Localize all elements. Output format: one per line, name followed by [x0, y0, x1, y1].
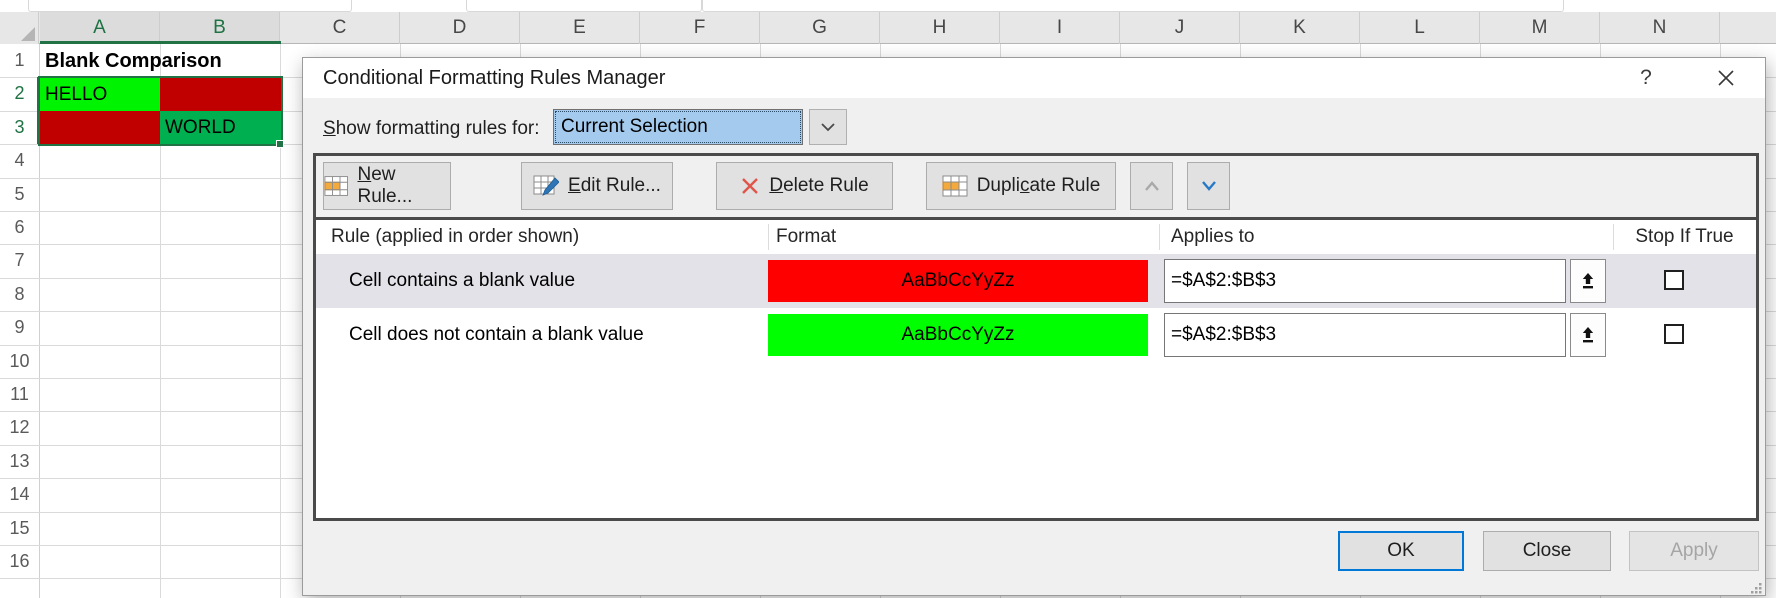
show-rules-for-combobox[interactable]: Current Selection: [553, 109, 803, 145]
row-header-5[interactable]: 5: [0, 178, 39, 211]
selected-columns-underline: [40, 41, 281, 44]
dialog-title-bar[interactable]: Conditional Formatting Rules Manager ?: [303, 58, 1765, 98]
row-header-6[interactable]: 6: [0, 211, 39, 244]
row-header-11[interactable]: 11: [0, 378, 39, 411]
applies-to-input[interactable]: [1164, 313, 1566, 357]
rule-name: Cell does not contain a blank value: [349, 308, 644, 362]
select-all-triangle: [21, 27, 35, 41]
edit-rule-button[interactable]: Edit Rule...: [521, 162, 673, 210]
row-header-15[interactable]: 15: [0, 512, 39, 545]
move-rule-down-button[interactable]: [1187, 162, 1230, 210]
rule-row[interactable]: Cell contains a blank value AaBbCcYyZz: [316, 254, 1756, 308]
new-rule-button[interactable]: New Rule...: [323, 162, 451, 210]
help-icon[interactable]: ?: [1625, 58, 1667, 98]
apply-button[interactable]: Apply: [1629, 531, 1759, 571]
combobox-dropdown-button[interactable]: [809, 109, 847, 145]
column-header-E[interactable]: E: [520, 12, 640, 44]
rule-name: Cell contains a blank value: [349, 254, 575, 308]
selection-fill-handle[interactable]: [276, 140, 284, 148]
edit-rule-label: Edit Rule...: [568, 175, 661, 197]
row-header-3[interactable]: 3: [0, 111, 39, 144]
cell-A1[interactable]: Blank Comparison: [40, 45, 300, 77]
close-icon[interactable]: [1703, 58, 1749, 98]
row-header-14[interactable]: 14: [0, 478, 39, 511]
new-rule-label: New Rule...: [357, 164, 450, 208]
edit-rule-pencil-icon: [533, 175, 559, 197]
column-header-D[interactable]: D: [400, 12, 520, 44]
delete-rule-button[interactable]: Delete Rule: [716, 162, 893, 210]
duplicate-rule-label: Duplicate Rule: [977, 175, 1101, 197]
row-header-1[interactable]: 1: [0, 44, 39, 77]
row-header-7[interactable]: 7: [0, 244, 39, 277]
format-preview: AaBbCcYyZz: [768, 314, 1148, 356]
duplicate-rule-button[interactable]: Duplicate Rule: [926, 162, 1116, 210]
row-header-4[interactable]: 4: [0, 144, 39, 177]
column-header-applies-to: Applies to: [1171, 220, 1254, 254]
delete-x-icon: [740, 176, 760, 196]
formula-bar-fx-bottom-edge: [466, 0, 702, 12]
column-header-C[interactable]: C: [280, 12, 400, 44]
column-header-F[interactable]: F: [640, 12, 760, 44]
column-header-J[interactable]: J: [1120, 12, 1240, 44]
rules-list: Rule (applied in order shown) Format App…: [316, 217, 1756, 518]
dialog-resize-grip[interactable]: [1749, 579, 1763, 593]
dialog-title: Conditional Formatting Rules Manager: [323, 58, 665, 98]
stop-if-true-checkbox[interactable]: [1664, 270, 1684, 290]
chevron-down-icon: [819, 121, 837, 133]
close-button[interactable]: Close: [1483, 531, 1611, 571]
chevron-down-icon: [1199, 179, 1219, 193]
column-header-B[interactable]: B: [160, 12, 280, 44]
range-picker-button[interactable]: [1570, 259, 1606, 303]
row-header-2[interactable]: 2: [0, 77, 39, 110]
ok-button[interactable]: OK: [1338, 531, 1464, 571]
row-header-12[interactable]: 12: [0, 411, 39, 444]
column-header-H[interactable]: H: [880, 12, 1000, 44]
header-divider: [1159, 224, 1160, 250]
rule-row[interactable]: Cell does not contain a blank value AaBbC…: [316, 308, 1756, 362]
header-divider: [768, 224, 769, 250]
duplicate-rule-table-icon: [942, 175, 968, 197]
delete-rule-label: Delete Rule: [769, 175, 868, 197]
excel-screen: ABCDEFGHIJKLMN 12345678910111213141516 B…: [0, 0, 1776, 598]
conditional-formatting-rules-manager-dialog: Conditional Formatting Rules Manager ? S…: [302, 57, 1766, 596]
column-header-M[interactable]: M: [1480, 12, 1600, 44]
row-header-8[interactable]: 8: [0, 278, 39, 311]
select-all-corner[interactable]: [0, 12, 39, 44]
column-header-I[interactable]: I: [1000, 12, 1120, 44]
collapse-dialog-arrow-icon: [1580, 272, 1596, 290]
cell-selection-A2-B3: [38, 76, 283, 146]
move-rule-up-button[interactable]: [1130, 162, 1173, 210]
new-rule-table-icon: [324, 175, 348, 197]
row-header-10[interactable]: 10: [0, 345, 39, 378]
chevron-up-icon: [1142, 179, 1162, 193]
column-header-N[interactable]: N: [1600, 12, 1720, 44]
format-preview: AaBbCcYyZz: [768, 260, 1148, 302]
column-header-format: Format: [776, 220, 836, 254]
header-divider: [1613, 224, 1614, 250]
name-box-bottom-edge: [28, 0, 352, 12]
row-header-13[interactable]: 13: [0, 445, 39, 478]
stop-if-true-checkbox[interactable]: [1664, 324, 1684, 344]
row-header-9[interactable]: 9: [0, 311, 39, 344]
formula-bar-bottom-edge: [702, 0, 1564, 12]
column-header-K[interactable]: K: [1240, 12, 1360, 44]
column-header-G[interactable]: G: [760, 12, 880, 44]
column-header-A[interactable]: A: [40, 12, 160, 44]
column-header-L[interactable]: L: [1360, 12, 1480, 44]
applies-to-input[interactable]: [1164, 259, 1566, 303]
row-header-16[interactable]: 16: [0, 545, 39, 578]
collapse-dialog-arrow-icon: [1580, 326, 1596, 344]
range-picker-button[interactable]: [1570, 313, 1606, 357]
column-header-stop-if-true: Stop If True: [1613, 220, 1756, 254]
rules-panel: New Rule... Edit Rule... Delete Rule: [313, 153, 1759, 521]
column-header-rule: Rule (applied in order shown): [331, 220, 579, 254]
show-formatting-rules-label: Show formatting rules for:: [323, 117, 540, 141]
